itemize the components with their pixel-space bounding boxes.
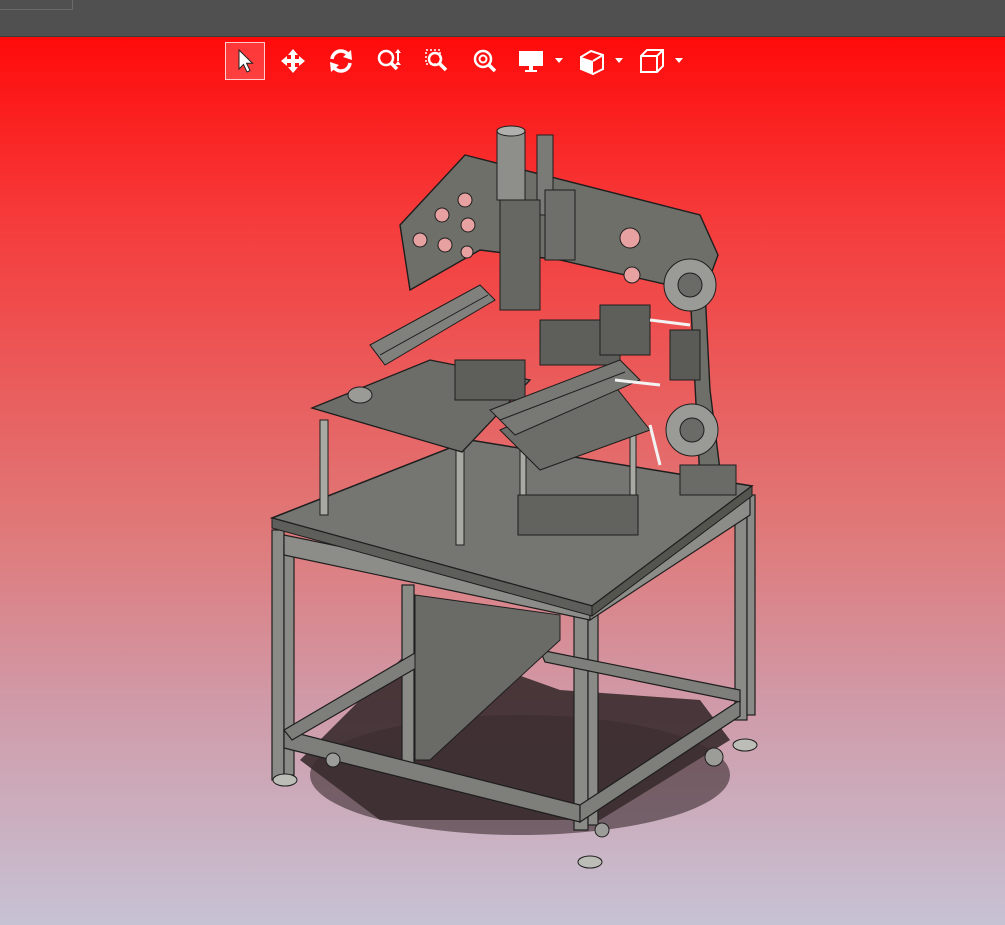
chevron-down-icon (615, 58, 623, 63)
zoom-window-tool[interactable] (417, 42, 457, 80)
window-title-bar (0, 0, 1005, 37)
section-view-icon (580, 49, 604, 75)
display-style-dropdown[interactable] (513, 42, 565, 80)
graphics-viewport[interactable] (0, 37, 1005, 925)
move-arrows-icon (281, 49, 305, 73)
machine-assembly-model[interactable] (0, 37, 1005, 925)
rotate-icon (330, 49, 352, 73)
view-toolbar (225, 42, 693, 80)
zoom-in-out-tool[interactable] (369, 42, 409, 80)
chevron-down-icon (675, 58, 683, 63)
section-view-dropdown[interactable] (573, 42, 625, 80)
rotate-tool[interactable] (321, 42, 361, 80)
chevron-down-icon (555, 58, 563, 63)
zoom-window-icon (425, 49, 448, 72)
monitor-icon (519, 51, 543, 72)
zoom-in-out-icon (377, 49, 401, 71)
view-orientation-dropdown[interactable] (633, 42, 685, 80)
zoom-fit-icon (473, 49, 497, 73)
select-tool[interactable] (225, 42, 265, 80)
title-bar-tab[interactable] (0, 0, 73, 10)
zoom-fit-tool[interactable] (465, 42, 505, 80)
pan-tool[interactable] (273, 42, 313, 80)
cube-icon (640, 49, 664, 73)
cursor-arrow-icon (238, 48, 254, 73)
